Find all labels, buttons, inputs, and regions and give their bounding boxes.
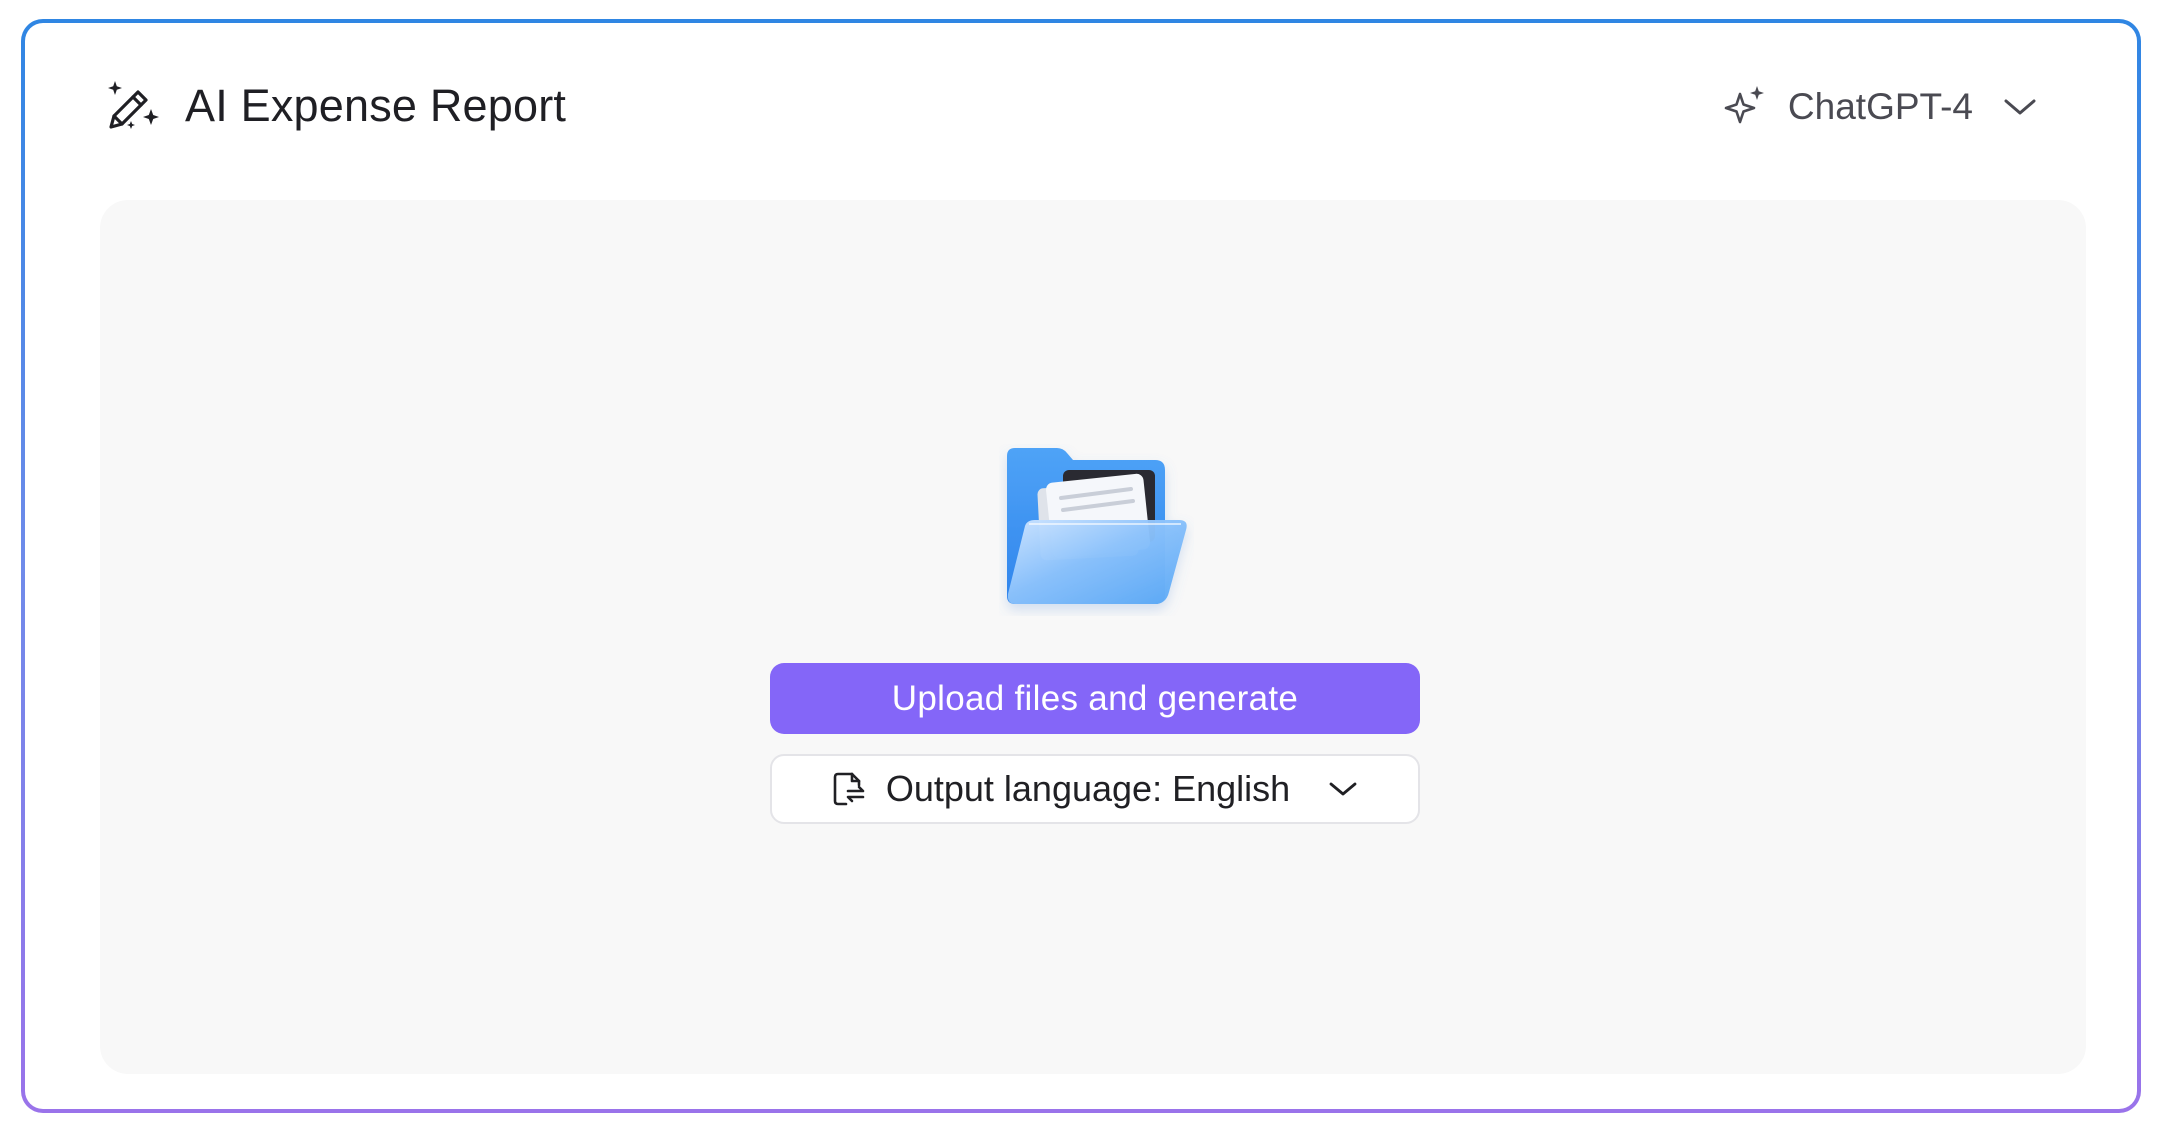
model-selected-label: ChatGPT-4 (1787, 86, 1973, 127)
folder-icon (999, 444, 1194, 616)
model-selector[interactable]: ChatGPT-4 (1722, 69, 2037, 145)
document-translate-icon (832, 771, 866, 807)
output-language-selector[interactable]: Output language: English (770, 754, 1420, 824)
page-title: AI Expense Report (185, 80, 567, 131)
page-header: AI Expense Report (103, 61, 566, 151)
app-window: AI Expense Report ChatGPT-4 Upload files… (25, 23, 2137, 1109)
chevron-down-icon (2003, 97, 2037, 117)
app-frame: AI Expense Report ChatGPT-4 Upload files… (21, 19, 2141, 1113)
upload-drop-zone[interactable]: Upload files and generate Output languag… (100, 200, 2086, 1074)
sparkle-icon (1722, 84, 1768, 130)
output-language-label: Output language: English (885, 768, 1291, 809)
magic-pencil-icon (103, 77, 161, 135)
upload-files-button[interactable]: Upload files and generate (770, 663, 1420, 734)
chevron-down-icon (1328, 780, 1358, 798)
